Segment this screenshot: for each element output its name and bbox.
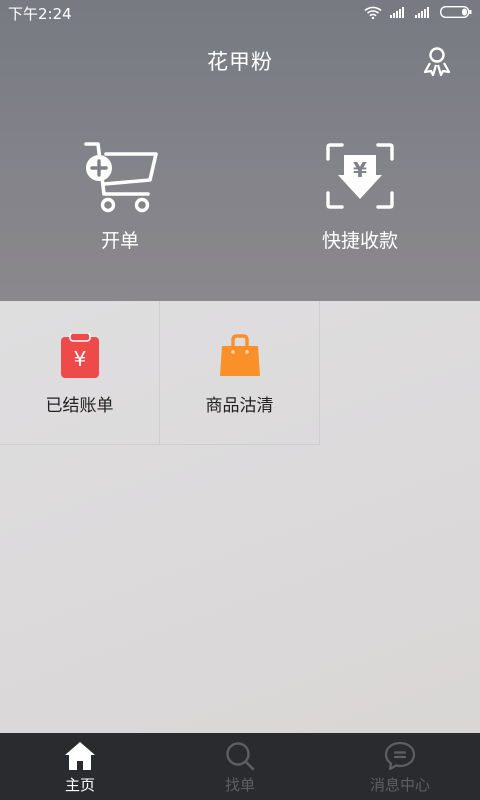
icon-wrap: ¥	[55, 331, 105, 381]
open-order-label: 开单	[100, 230, 139, 252]
header-panel: 下午2:24 花甲粉 开单 ¥ 快捷收款	[0, 0, 480, 301]
signal-icon-2	[415, 7, 429, 18]
nav-find-order-label: 找单	[224, 776, 255, 794]
message-bubble-icon	[384, 741, 416, 771]
status-bar: 下午2:24	[0, 0, 480, 24]
status-time: 下午2:24	[8, 5, 72, 23]
nav-messages[interactable]: 消息中心	[320, 733, 480, 800]
bottom-nav: 主页 找单 消息中心	[0, 733, 480, 800]
svg-text:¥: ¥	[73, 347, 86, 371]
signal-icon	[390, 7, 404, 18]
icon-wrap	[223, 740, 257, 772]
icon-wrap	[215, 331, 265, 381]
wifi-icon	[364, 6, 382, 19]
icon-wrap	[63, 740, 97, 772]
home-icon	[65, 742, 95, 770]
user-badge-icon	[423, 47, 451, 76]
nav-home[interactable]: 主页	[0, 733, 160, 800]
battery-icon	[440, 6, 472, 18]
paid-bills-label: 已结账单	[45, 396, 114, 416]
sold-out-items-label: 商品沽清	[205, 396, 274, 416]
add-to-cart-icon	[84, 142, 158, 213]
quick-payment-button[interactable]: ¥ 快捷收款	[260, 136, 460, 256]
svg-text:¥: ¥	[353, 158, 367, 182]
icon-wrap: ¥	[318, 136, 402, 216]
scan-payment-icon: ¥	[326, 143, 394, 209]
search-icon	[226, 742, 255, 771]
sold-out-items-tile[interactable]: 商品沽清	[160, 301, 320, 445]
page-title: 花甲粉	[207, 50, 273, 74]
nav-home-label: 主页	[64, 776, 95, 794]
nav-find-order[interactable]: 找单	[160, 733, 320, 800]
red-yuan-bill-icon: ¥	[60, 333, 99, 378]
profile-button[interactable]	[420, 44, 454, 78]
icon-wrap	[78, 136, 162, 216]
quick-payment-label: 快捷收款	[321, 230, 398, 252]
orange-shopping-bag-icon	[219, 334, 260, 376]
nav-messages-label: 消息中心	[369, 776, 430, 794]
status-icons	[364, 5, 472, 19]
open-order-button[interactable]: 开单	[20, 136, 220, 256]
icon-wrap	[383, 740, 417, 772]
paid-bills-tile[interactable]: ¥ 已结账单	[0, 301, 160, 445]
